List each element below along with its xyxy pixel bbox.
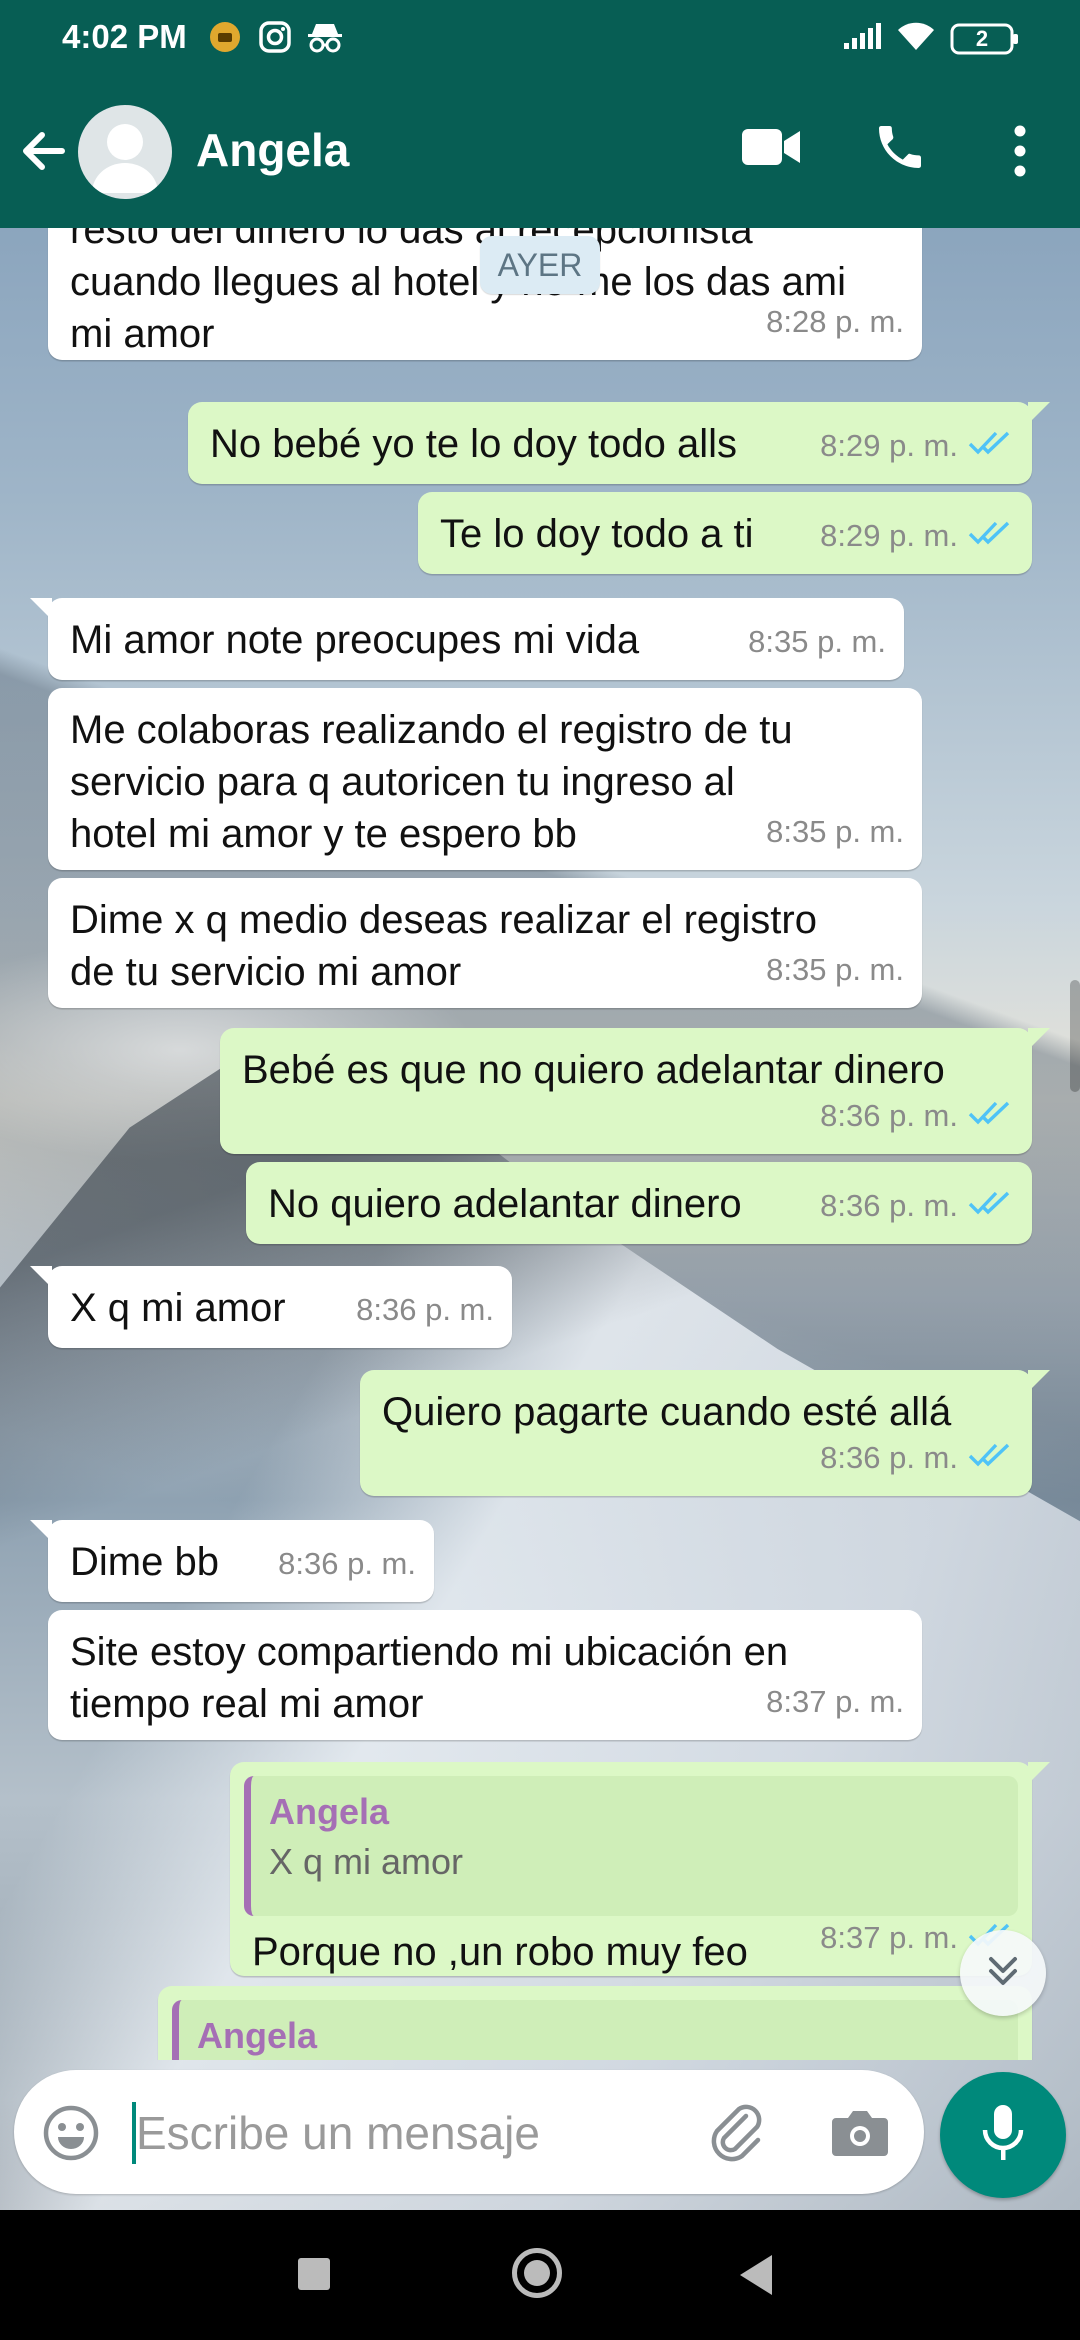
read-ticks-icon <box>968 510 1014 562</box>
message-time: 8:36 p. m. <box>820 1440 958 1475</box>
message-time: 8:28 p. m. <box>766 304 904 339</box>
message-time: 8:35 p. m. <box>766 814 904 849</box>
message-bubble[interactable]: Dime x q medio deseas realizar el regist… <box>48 878 922 1008</box>
recents-icon[interactable] <box>298 2258 330 2290</box>
message-time: 8:35 p. m. <box>748 624 886 659</box>
message-time: 8:36 p. m. <box>356 1292 494 1327</box>
message-time: 8:37 p. m. <box>766 1684 904 1719</box>
status-indicators: 2 <box>842 20 1020 57</box>
message-time: 8:36 p. m. <box>278 1546 416 1581</box>
emoji-icon[interactable] <box>42 2104 100 2167</box>
quoted-author: Angela <box>269 1791 390 1832</box>
message-bubble[interactable]: No bebé yo te lo doy todo alls 8:29 p. m… <box>188 402 1050 484</box>
message-bubble[interactable]: No quiero adelantar dinero 8:36 p. m. <box>246 1162 1032 1244</box>
message-bubble[interactable]: Te lo doy todo a ti 8:29 p. m. <box>418 492 1032 574</box>
quoted-message[interactable]: Angela <box>172 2000 1018 2060</box>
message-time: 8:37 p. m. <box>820 1920 958 1955</box>
message-bubble[interactable]: X q mi amor 8:36 p. m. <box>30 1266 512 1348</box>
reply-message-bubble[interactable]: Angela X q mi amor Porque no ,un robo mu… <box>230 1762 1050 1976</box>
chat-area[interactable]: resto del dinero lo das al recepcionista… <box>0 228 1080 2060</box>
message-bubble[interactable]: Mi amor note preocupes mi vida 8:35 p. m… <box>30 598 904 680</box>
chat-header: Angela <box>0 75 1080 228</box>
video-call-icon[interactable] <box>740 125 802 174</box>
quoted-message[interactable]: Angela X q mi amor <box>244 1776 1018 1916</box>
message-time: 8:36 p. m. <box>820 1098 958 1133</box>
quoted-author: Angela <box>197 2015 318 2056</box>
incognito-icon <box>306 20 344 59</box>
home-icon[interactable] <box>512 2248 562 2298</box>
voice-call-icon[interactable] <box>872 119 928 180</box>
message-text: Bebé es que no quiero adelantar dinero <box>242 1048 945 1092</box>
message-time: 8:29 p. m. <box>820 428 958 463</box>
camera-icon[interactable] <box>830 2104 890 2165</box>
read-ticks-icon <box>968 420 1014 472</box>
mic-icon <box>977 2102 1029 2169</box>
signal-icon <box>842 21 882 56</box>
message-time: 8:29 p. m. <box>820 518 958 553</box>
quoted-text: X q mi amor <box>269 1841 464 1882</box>
attach-icon[interactable] <box>706 2102 770 2171</box>
notification-coin-icon <box>208 20 242 59</box>
message-text: Quiero pagarte cuando esté allá <box>382 1390 952 1434</box>
wifi-icon <box>896 20 936 57</box>
read-ticks-icon <box>968 1432 1014 1484</box>
more-options-icon[interactable] <box>1000 121 1040 186</box>
message-time: 8:36 p. m. <box>820 1188 958 1223</box>
message-bubble[interactable]: Me colaboras realizando el registro de t… <box>48 688 922 870</box>
message-input[interactable] <box>134 2090 698 2176</box>
instagram-icon <box>258 20 292 59</box>
status-bar: 4:02 PM 2 <box>0 0 1080 75</box>
system-nav-bar <box>0 2210 1080 2340</box>
back-arrow-icon[interactable] <box>18 125 70 182</box>
scroll-down-icon <box>983 1951 1023 1996</box>
message-text: Porque no ,un robo muy feo <box>252 1930 748 1974</box>
battery-level: 2 <box>975 25 989 51</box>
message-bubble[interactable]: Site estoy compartiendo mi ubicación en … <box>48 1610 922 1740</box>
contact-name[interactable]: Angela <box>196 123 349 177</box>
reply-message-bubble[interactable]: Angela <box>158 1986 1032 2060</box>
nav-back-icon[interactable] <box>740 2255 772 2295</box>
status-time: 4:02 PM <box>62 18 187 55</box>
read-ticks-icon <box>968 1180 1014 1232</box>
message-bubble[interactable]: Quiero pagarte cuando esté allá 8:36 p. … <box>360 1370 1050 1496</box>
scrollbar-thumb[interactable] <box>1070 980 1080 1092</box>
voice-message-button[interactable] <box>940 2072 1066 2198</box>
message-time: 8:35 p. m. <box>766 952 904 987</box>
message-bubble[interactable]: Bebé es que no quiero adelantar dinero 8… <box>220 1028 1050 1154</box>
message-bubble[interactable]: Dime bb 8:36 p. m. <box>30 1520 434 1602</box>
scroll-to-bottom-button[interactable] <box>960 1930 1046 2016</box>
date-separator: AYER <box>480 236 600 294</box>
contact-avatar[interactable] <box>78 105 172 199</box>
read-ticks-icon <box>968 1090 1014 1142</box>
battery-icon: 2 <box>950 22 1020 56</box>
message-composer <box>14 2070 924 2194</box>
